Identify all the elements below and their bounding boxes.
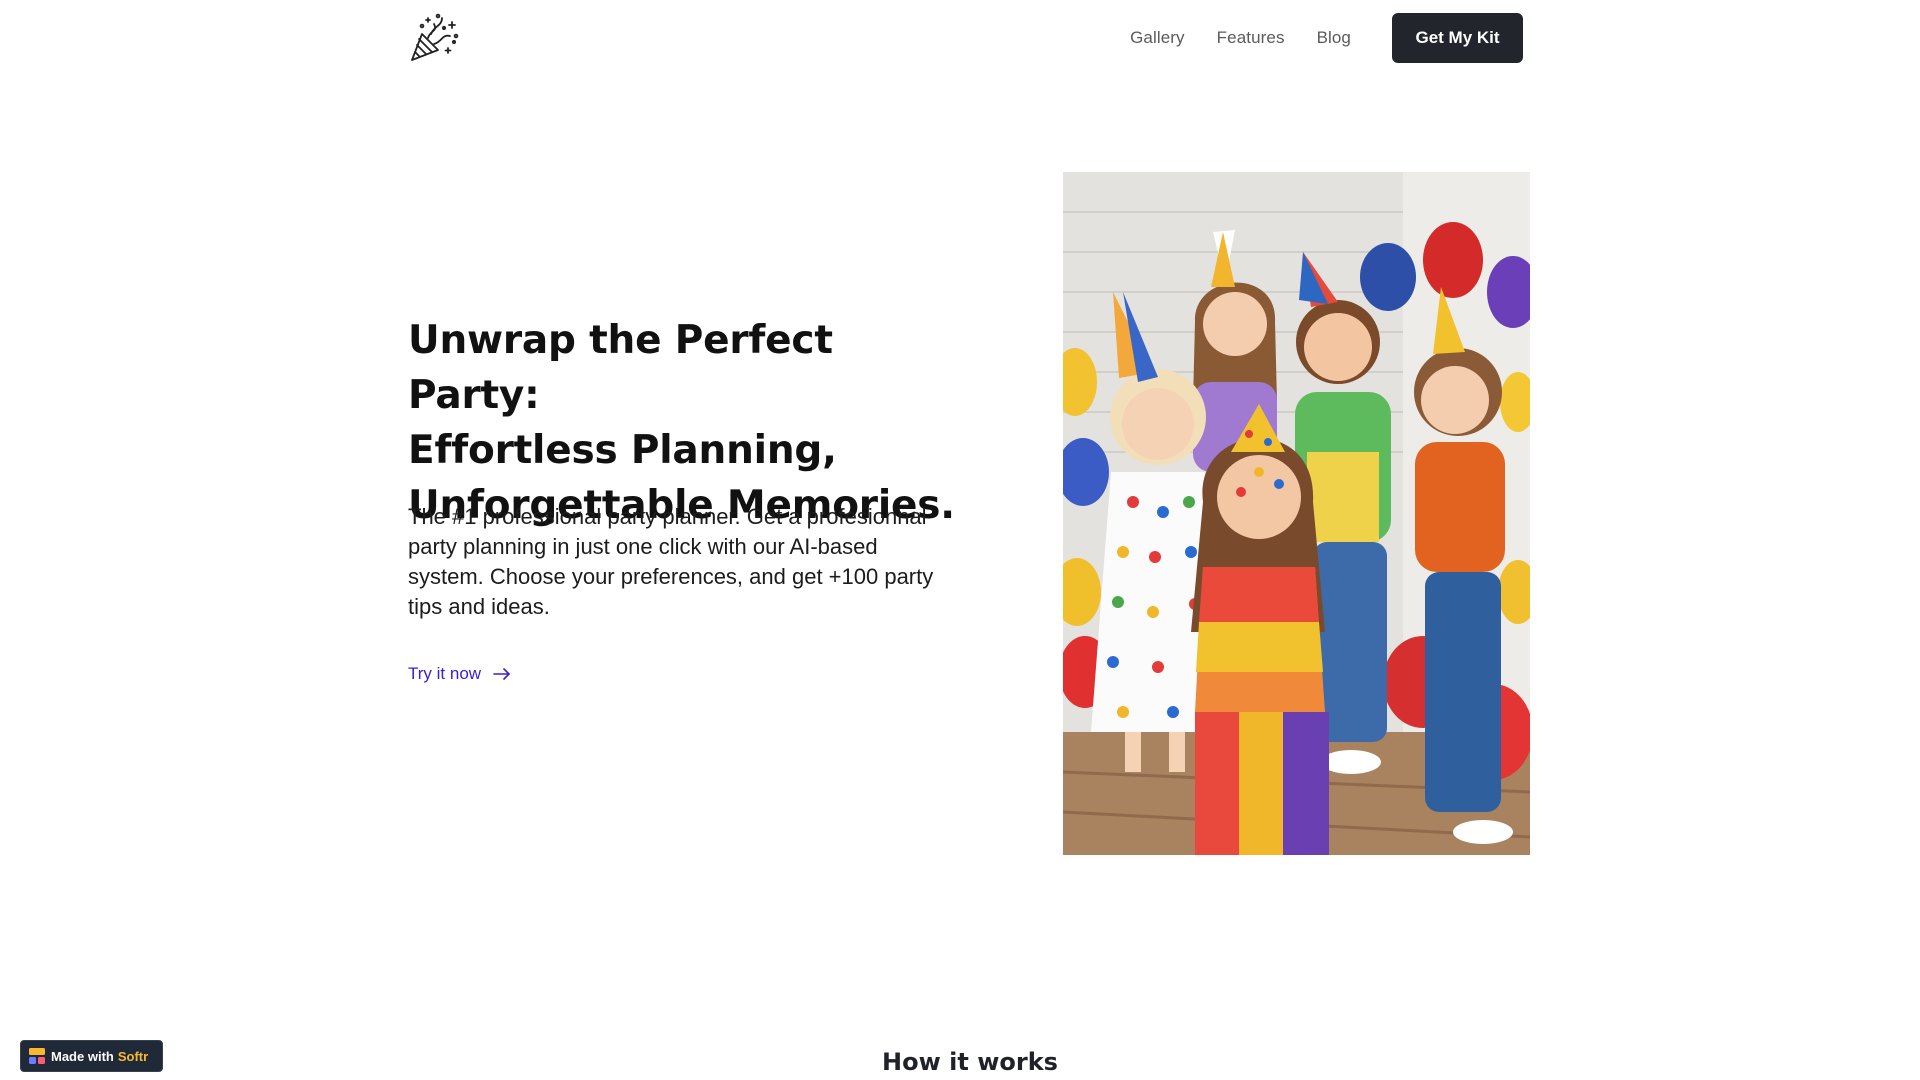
party-kids-illustration <box>1063 172 1530 855</box>
hero-title-line-2: Effortless Planning, <box>408 428 837 473</box>
arrow-right-icon <box>493 668 510 680</box>
try-it-now-link[interactable]: Try it now <box>408 664 511 684</box>
party-popper-icon <box>411 13 459 61</box>
hero-title: Unwrap the Perfect Party: Effortless Pla… <box>408 313 968 533</box>
hero-image <box>1063 172 1530 855</box>
softr-logo-icon <box>29 1048 45 1064</box>
badge-prefix: Made with <box>51 1048 114 1064</box>
badge-brand: Softr <box>117 1048 149 1064</box>
main-nav: Gallery Features Blog Get My Kit <box>1130 13 1523 63</box>
nav-gallery-link[interactable]: Gallery <box>1130 28 1185 48</box>
nav-blog-link[interactable]: Blog <box>1317 28 1351 48</box>
hero-description: The #1 professional party planner. Get a… <box>408 504 934 619</box>
logo-link[interactable] <box>408 12 460 64</box>
get-my-kit-button[interactable]: Get My Kit <box>1392 13 1523 63</box>
nav-features-link[interactable]: Features <box>1217 28 1285 48</box>
how-it-works-title: How it works <box>882 1048 1058 1076</box>
made-with-softr-badge[interactable]: Made with Softr <box>20 1040 163 1072</box>
site-header: Gallery Features Blog Get My Kit <box>0 0 1920 76</box>
try-it-now-label: Try it now <box>408 664 482 683</box>
hero-title-line-1: Unwrap the Perfect Party: <box>408 318 833 418</box>
